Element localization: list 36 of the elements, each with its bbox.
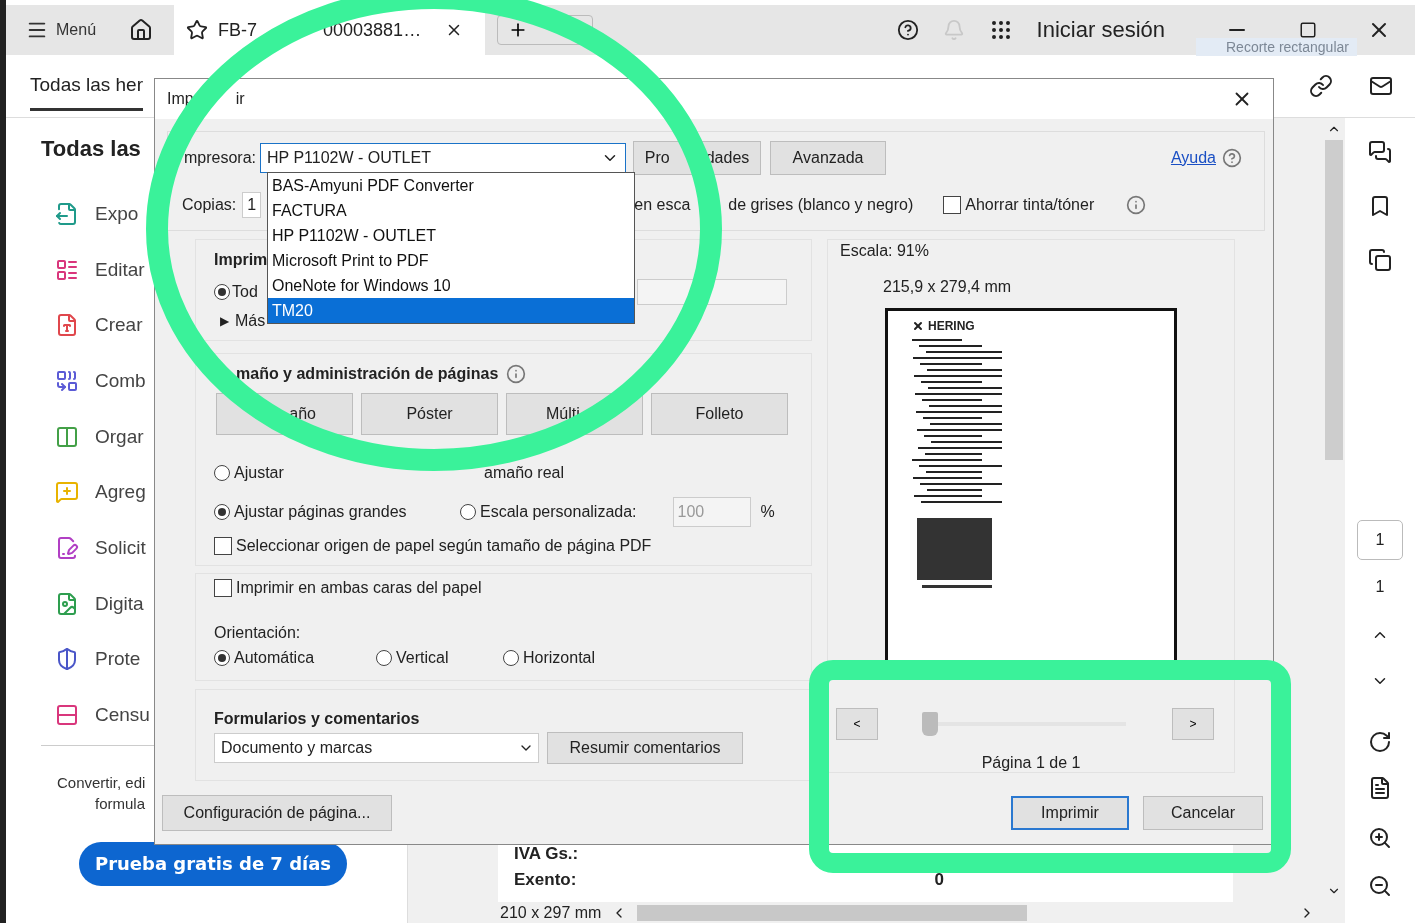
expand-arrow: ▶ [220,314,229,328]
promo-text: formula [95,794,146,812]
section-title: Formularios y comentarios [214,710,420,728]
page-indicator: Página 1 de 1 [981,754,1081,772]
section-title: Imprim [214,251,268,269]
grayscale-label: en esca [634,196,691,214]
document-text: Exento: [514,870,577,890]
panel-title: Todas las [41,136,141,162]
page-size-label: 210 x 297 mm [500,904,602,922]
paper-size-label: 215,9 x 279,4 mm [883,278,1013,296]
radio-label: Ajustar páginas grandes [234,503,407,522]
tab-title: FB-7 [218,19,258,41]
checkbox-label: Ahorrar tinta/tóner [965,196,1095,214]
tooltip: Recorte rectangular [1196,38,1357,56]
dialog-title: ir [235,90,245,108]
radio-label: Vertical [396,649,449,667]
receipt-logo: HERING [928,319,975,333]
printer-label: mpresora: [184,149,257,167]
checkbox-label: Imprimir en ambas caras del papel [236,579,482,597]
checkbox-label: Seleccionar origen de papel según tamaño de página PDF [236,537,652,556]
radio-label: Horizontal [523,649,596,667]
radio-label: Tod [232,283,258,301]
orientation-label: Orientación: [214,624,301,642]
grayscale-label: de grises (blanco y negro) [728,196,914,214]
scale-label: Escala: 91% [840,242,930,260]
section-title: maño y administración de páginas [236,364,499,383]
radio-label: Ajustar [234,464,284,483]
document-text: 0 [934,870,944,890]
document-text: IVA Gs.: [514,844,579,864]
radio-label: Automática [234,649,315,667]
radio-label: amaño real [484,464,565,483]
copies-label: Copias: [182,196,237,214]
page-count: 1 [1375,578,1385,596]
radio-label: Escala personalizada: [480,503,637,522]
percent-label: % [760,503,775,522]
promo-text: Convertir, edi [57,773,146,791]
